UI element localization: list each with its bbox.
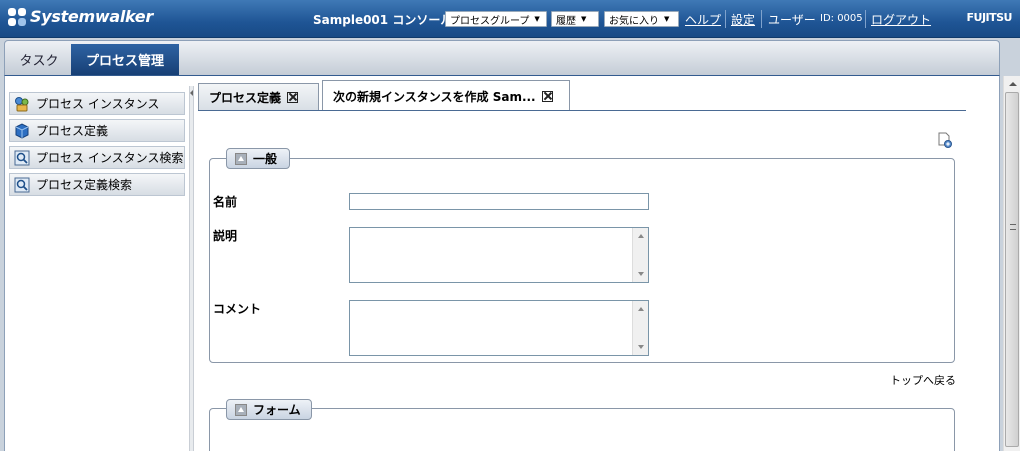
textarea-scrollbar[interactable] <box>632 228 648 282</box>
tab-create-instance[interactable]: 次の新規インスタンスを作成 Sam... <box>322 80 570 111</box>
sidebar-item-process-definition[interactable]: プロセス定義 <box>9 119 185 142</box>
sidebar-item-label: プロセス定義検索 <box>36 178 133 192</box>
collapse-icon <box>235 152 247 165</box>
collapse-icon <box>235 403 247 416</box>
comment-textarea[interactable] <box>349 300 649 356</box>
user-id: ID: 0005 <box>820 13 863 24</box>
chevron-down-icon: ▼ <box>581 15 587 23</box>
user-label: ユーザー <box>768 13 816 27</box>
back-to-top-link[interactable]: トップへ戻る <box>890 372 956 388</box>
sidebar-splitter[interactable] <box>189 86 194 451</box>
chevron-down-icon: ▼ <box>664 15 670 23</box>
logo-text: Systemwalker <box>30 7 153 26</box>
sidebar-item-label: プロセス定義 <box>36 124 109 138</box>
document-add-icon[interactable] <box>938 132 952 148</box>
tab-process-management[interactable]: プロセス管理 <box>71 44 179 75</box>
scroll-up-icon[interactable] <box>1009 82 1017 86</box>
logo-mark-icon <box>8 7 26 26</box>
general-section-header[interactable]: 一般 <box>226 148 290 169</box>
fujitsu-logo: FUJITSU <box>966 11 1013 24</box>
sidebar: プロセス インスタンス プロセス定義 プロセス インスタンス検索 プロセス定義検… <box>9 92 185 200</box>
favorites-dropdown[interactable]: お気に入り ▼ <box>604 11 679 27</box>
name-label: 名前 <box>213 195 238 209</box>
sidebar-item-label: プロセス インスタンス <box>36 97 160 111</box>
close-icon[interactable] <box>287 92 299 103</box>
scrollbar-thumb[interactable] <box>1005 92 1019 447</box>
form-section <box>209 408 955 451</box>
history-dropdown[interactable]: 履歴 ▼ <box>551 11 599 27</box>
comment-label: コメント <box>213 302 262 316</box>
history-label: 履歴 <box>556 15 576 27</box>
help-link[interactable]: ヘルプ <box>685 11 721 28</box>
favorites-label: お気に入り <box>609 15 659 27</box>
sidebar-item-process-instance-search[interactable]: プロセス インスタンス検索 <box>9 146 185 169</box>
search-icon <box>14 177 30 193</box>
tab-process-definition[interactable]: プロセス定義 <box>198 83 319 111</box>
main-tab-bar: タスク プロセス管理 <box>4 40 1000 75</box>
general-section-title: 一般 <box>253 152 278 166</box>
top-header: Systemwalker Sample001 コンソール プロセスグループ ▼ … <box>0 0 1020 38</box>
search-icon <box>14 150 30 166</box>
close-icon[interactable] <box>541 90 553 102</box>
process-group-dropdown[interactable]: プロセスグループ ▼ <box>445 11 547 27</box>
header-separator <box>725 10 726 28</box>
tab-label: プロセス定義 <box>209 91 282 105</box>
header-separator <box>761 10 762 28</box>
textarea-scrollbar[interactable] <box>632 301 648 355</box>
process-definition-icon <box>14 122 30 139</box>
tab-task[interactable]: タスク <box>9 44 69 75</box>
tab-underline <box>198 110 966 111</box>
logout-link[interactable]: ログアウト <box>871 11 931 28</box>
sidebar-item-process-instance[interactable]: プロセス インスタンス <box>9 92 185 115</box>
settings-link[interactable]: 設定 <box>731 11 755 28</box>
name-input[interactable] <box>349 193 649 210</box>
form-section-header[interactable]: フォーム <box>226 399 312 420</box>
page-scrollbar[interactable] <box>1003 76 1020 451</box>
console-title: Sample001 コンソール <box>313 13 453 27</box>
description-textarea[interactable] <box>349 227 649 283</box>
process-instance-icon <box>14 96 30 112</box>
sidebar-item-process-definition-search[interactable]: プロセス定義検索 <box>9 173 185 196</box>
tab-label: 次の新規インスタンスを作成 Sam... <box>333 89 536 104</box>
description-label: 説明 <box>213 229 238 243</box>
header-separator <box>865 10 866 28</box>
process-group-label: プロセスグループ <box>450 15 530 27</box>
sidebar-item-label: プロセス インスタンス検索 <box>36 151 184 165</box>
systemwalker-logo: Systemwalker <box>8 7 153 26</box>
chevron-down-icon: ▼ <box>534 15 540 23</box>
form-section-title: フォーム <box>253 403 301 417</box>
